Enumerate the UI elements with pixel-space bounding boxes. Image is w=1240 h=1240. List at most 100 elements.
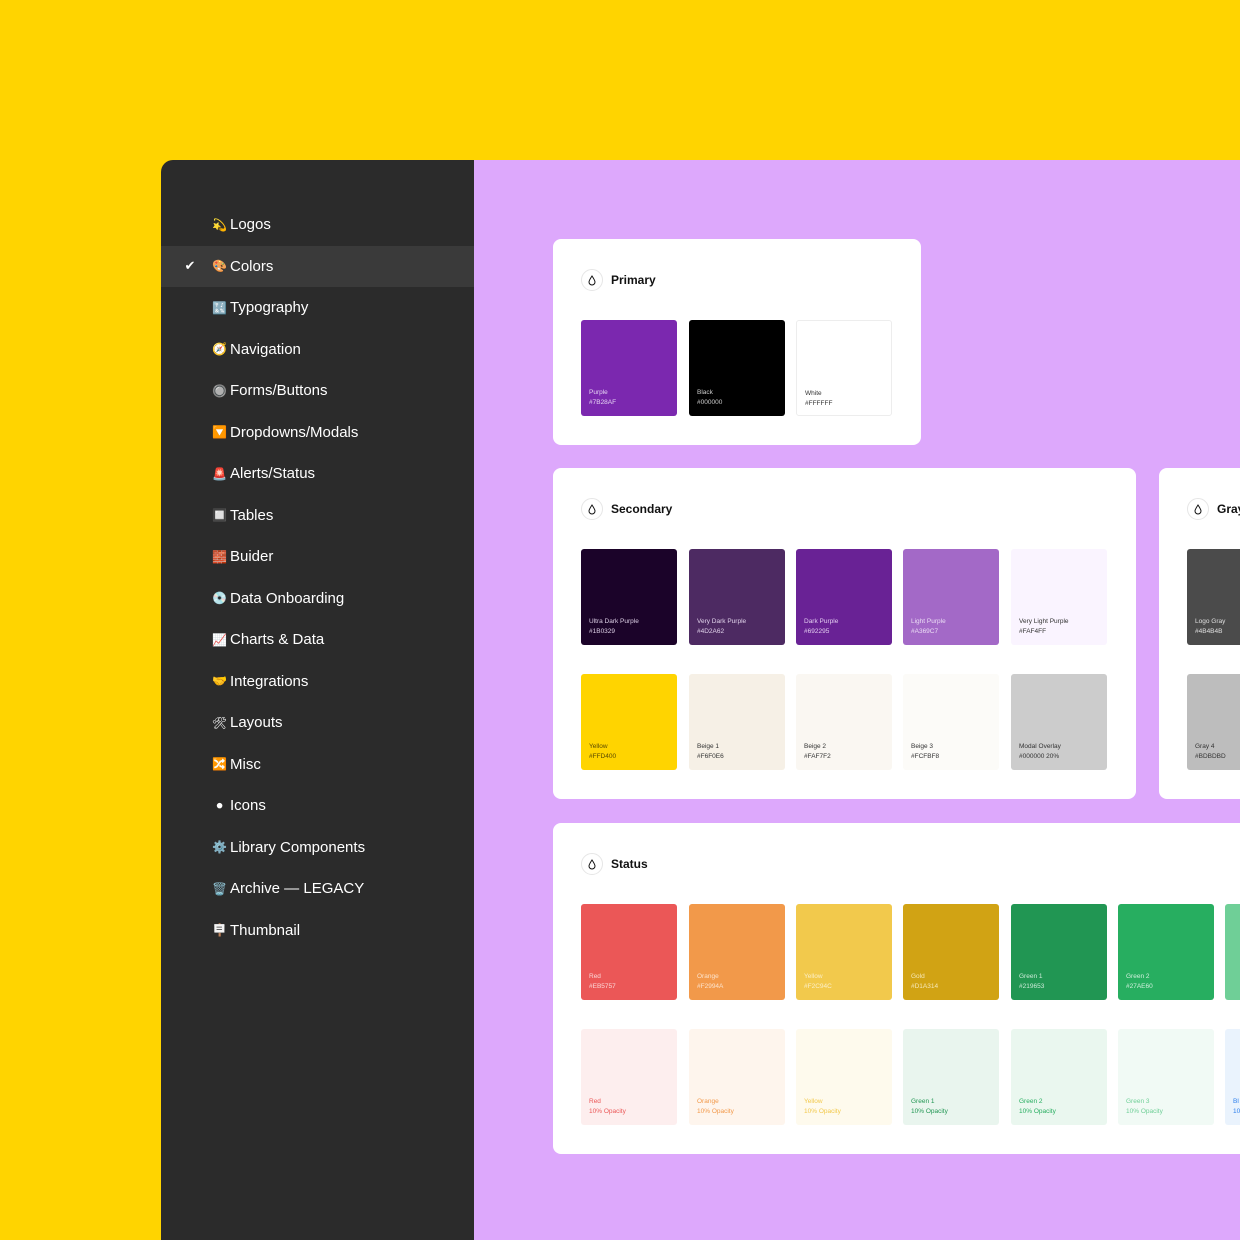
page-emoji-icon: 💫 xyxy=(212,217,227,232)
sidebar-item-integrations[interactable]: 🤝 Integrations xyxy=(161,661,474,703)
sidebar-item-label: Typography xyxy=(230,299,309,317)
sidebar-item-library-components[interactable]: ⚙️ Library Components xyxy=(161,827,474,869)
color-swatch[interactable]: Beige 3 #FCFBF8 xyxy=(903,674,999,770)
sidebar-item-buider[interactable]: 🧱 Buider xyxy=(161,536,474,578)
sidebar-item-alerts-status[interactable]: 🚨 Alerts/Status xyxy=(161,453,474,495)
swatch-hex: #FAF7F2 xyxy=(804,753,831,760)
sidebar-item-label: Colors xyxy=(230,257,274,275)
color-swatch[interactable]: Light Purple #A369C7 xyxy=(903,549,999,645)
card-header: Status xyxy=(581,852,648,876)
swatch-hex: #FAF4FF xyxy=(1019,628,1047,635)
color-swatch[interactable]: Red 10% Opacity xyxy=(581,1029,677,1125)
color-swatch[interactable]: Green 3 10% Opacity xyxy=(1118,1029,1214,1125)
swatch-name: Gray 4 xyxy=(1195,743,1215,750)
swatch-name: Purple xyxy=(589,389,608,396)
sidebar-item-label: Archive — LEGACY xyxy=(230,880,365,898)
card-header: Secondary xyxy=(581,497,672,521)
color-swatch[interactable]: Beige 2 #FAF7F2 xyxy=(796,674,892,770)
color-swatch[interactable]: Very Light Purple #FAF4FF xyxy=(1011,549,1107,645)
gray-color-card: Gray Logo Gray #4B4B4B Gray 4 #BDBDBD xyxy=(1159,468,1240,799)
sidebar-item-navigation[interactable]: 🧭 Navigation xyxy=(161,329,474,371)
card-title: Gray xyxy=(1217,502,1240,516)
sidebar-item-label: Tables xyxy=(230,506,274,524)
color-swatch[interactable]: Yellow #FFD400 xyxy=(581,674,677,770)
sidebar-item-logos[interactable]: 💫 Logos xyxy=(161,204,474,246)
sidebar-item-forms-buttons[interactable]: 🔘 Forms/Buttons xyxy=(161,370,474,412)
swatch-name: Beige 1 xyxy=(697,743,720,750)
primary-color-card: Primary Purple #7B28AF Black #000000 White #F… xyxy=(553,239,921,445)
color-swatch[interactable]: Yellow 10% Opacity xyxy=(796,1029,892,1125)
swatch-name: Very Light Purple xyxy=(1019,618,1069,625)
color-swatch[interactable]: Modal Overlay #000000 20% xyxy=(1011,674,1107,770)
swatch-hex: #000000 20% xyxy=(1019,753,1060,760)
color-swatch[interactable]: Black #000000 xyxy=(689,320,785,416)
secondary-color-card: Secondary Ultra Dark Purple #1B0329 Very D… xyxy=(553,468,1136,799)
color-swatch[interactable]: White #FFFFFF xyxy=(796,320,892,416)
page-emoji-icon: 🧱 xyxy=(212,549,227,564)
drop-icon xyxy=(1187,498,1209,520)
sidebar-item-label: Library Components xyxy=(230,838,366,856)
color-swatch[interactable]: Green 2 10% Opacity xyxy=(1011,1029,1107,1125)
color-swatch[interactable]: Very Dark Purple #4D2A62 xyxy=(689,549,785,645)
sidebar-item-label: Dropdowns/Modals xyxy=(230,423,359,441)
swatch-name: Orange xyxy=(697,973,719,980)
color-swatch[interactable]: Ultra Dark Purple #1B0329 xyxy=(581,549,677,645)
card-header: Gray xyxy=(1187,497,1240,521)
color-swatch[interactable]: Logo Gray #4B4B4B xyxy=(1187,549,1240,645)
sidebar-item-colors[interactable]: ✔ 🎨 Colors xyxy=(161,245,474,287)
swatch-name: Orange xyxy=(697,1098,719,1105)
swatch-hex: #A369C7 xyxy=(911,628,939,635)
swatch-name: Bl xyxy=(1233,1098,1239,1105)
color-swatch[interactable]: Gold #D1A314 xyxy=(903,904,999,1000)
swatch-name: Yellow xyxy=(804,973,823,980)
sidebar-item-label: Logos xyxy=(230,216,271,234)
swatch-name: Green 1 xyxy=(911,1098,935,1105)
color-swatch[interactable]: Green 2 #27AE60 xyxy=(1118,904,1214,1000)
page-list: 💫 Logos ✔ 🎨 Colors 🔣 Typography 🧭 Navigation 🔘 For… xyxy=(161,204,474,951)
sidebar-item-data-onboarding[interactable]: 💿 Data Onboarding xyxy=(161,578,474,620)
color-swatch[interactable] xyxy=(1225,904,1240,1000)
page-emoji-icon: 🧭 xyxy=(212,342,227,357)
swatch-name: Green 3 xyxy=(1126,1098,1150,1105)
color-swatch[interactable]: Purple #7B28AF xyxy=(581,320,677,416)
sidebar-item-misc[interactable]: 🔀 Misc xyxy=(161,744,474,786)
drop-icon xyxy=(581,269,603,291)
sidebar-item-label: Integrations xyxy=(230,672,309,690)
sidebar-item-thumbnail[interactable]: 🪧 Thumbnail xyxy=(161,910,474,952)
swatch-hex: #1B0329 xyxy=(589,628,616,635)
swatch-name: Red xyxy=(589,1098,601,1105)
card-title: Secondary xyxy=(611,502,673,516)
swatch-name: Gold xyxy=(911,973,925,980)
page-emoji-icon: 🤝 xyxy=(212,674,227,689)
sidebar-item-dropdowns-modals[interactable]: 🔽 Dropdowns/Modals xyxy=(161,412,474,454)
color-swatch[interactable]: Red #EB5757 xyxy=(581,904,677,1000)
swatch-hex: 10% Opacity xyxy=(1019,1108,1056,1115)
color-swatch[interactable]: Green 1 #219653 xyxy=(1011,904,1107,1000)
color-swatch[interactable]: Orange 10% Opacity xyxy=(689,1029,785,1125)
sidebar-item-icons[interactable]: ⚫ Icons xyxy=(161,785,474,827)
color-swatch[interactable]: Yellow #F2C94C xyxy=(796,904,892,1000)
sidebar-item-label: Alerts/Status xyxy=(230,465,316,483)
sidebar-item-tables[interactable]: 🔲 Tables xyxy=(161,495,474,537)
color-swatch[interactable]: Orange #F2994A xyxy=(689,904,785,1000)
swatch-name: Yellow xyxy=(589,743,608,750)
page-emoji-icon: 🔽 xyxy=(212,425,227,440)
swatch-hex: 10% Opacity xyxy=(589,1108,626,1115)
sidebar-item-typography[interactable]: 🔣 Typography xyxy=(161,287,474,329)
color-swatch[interactable]: Gray 4 #BDBDBD xyxy=(1187,674,1240,770)
color-swatch[interactable]: Beige 1 #F6F0E6 xyxy=(689,674,785,770)
swatch-name: White xyxy=(805,390,822,397)
sidebar-item-charts-data[interactable]: 📈 Charts & Data xyxy=(161,619,474,661)
swatch-name: Yellow xyxy=(804,1098,823,1105)
sidebar-item-layouts[interactable]: 🛠 Layouts xyxy=(161,702,474,744)
swatch-name: Very Dark Purple xyxy=(697,618,747,625)
drop-icon xyxy=(581,853,603,875)
color-swatch[interactable]: Dark Purple #692295 xyxy=(796,549,892,645)
sidebar-item-label: Thumbnail xyxy=(230,921,301,939)
page-emoji-icon: 🔀 xyxy=(212,757,227,772)
sidebar-item-archive-legacy[interactable]: 🗑️ Archive — LEGACY xyxy=(161,868,474,910)
color-swatch[interactable]: Bl 10 xyxy=(1225,1029,1240,1125)
swatch-hex: 10 xyxy=(1233,1108,1240,1115)
color-swatch[interactable]: Green 1 10% Opacity xyxy=(903,1029,999,1125)
status-color-card: Status Red #EB5757 Orange #F2994A Yellow #F2C… xyxy=(553,823,1240,1154)
